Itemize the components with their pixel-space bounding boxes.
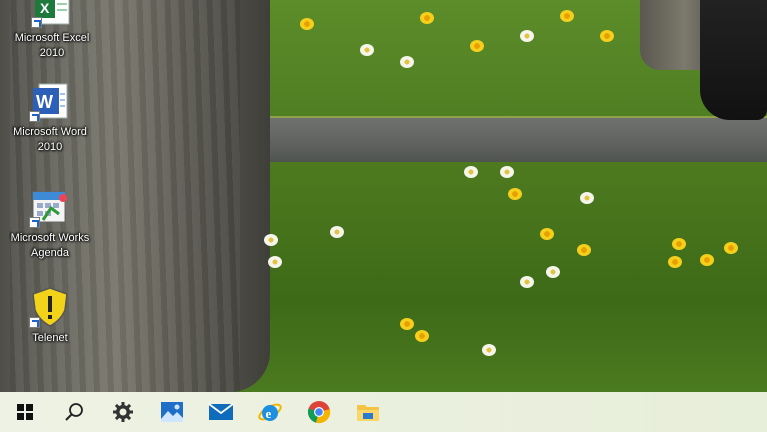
svg-text:e: e xyxy=(265,406,271,421)
wallpaper-flower xyxy=(580,192,594,204)
mail-button[interactable] xyxy=(196,392,245,432)
wallpaper-flower xyxy=(464,166,478,178)
taskbar: e xyxy=(0,392,767,432)
windows-start-icon xyxy=(16,404,33,420)
wallpaper-flower xyxy=(268,256,282,268)
telenet-shield-icon xyxy=(29,286,71,328)
wallpaper-grass-bottom xyxy=(230,162,767,392)
desktop-icon-label: Telenet xyxy=(32,332,68,344)
shortcut-arrow-icon xyxy=(29,317,40,328)
shortcut-arrow-icon xyxy=(31,17,42,28)
wallpaper-flower xyxy=(400,56,414,68)
wallpaper-flower xyxy=(360,44,374,56)
word-icon: W xyxy=(29,80,71,122)
shortcut-arrow-icon xyxy=(29,111,40,122)
file-explorer-button[interactable] xyxy=(343,392,392,432)
desktop-icon-excel[interactable]: X Microsoft Excel 2010 xyxy=(2,0,102,61)
desktop-wallpaper xyxy=(0,0,767,392)
wallpaper-flower xyxy=(482,344,496,356)
wallpaper-path xyxy=(230,116,767,166)
wallpaper-flower xyxy=(546,266,560,278)
chrome-button[interactable] xyxy=(294,392,343,432)
desktop-icon-works-agenda[interactable]: Microsoft Works Agenda xyxy=(0,186,100,261)
mail-icon xyxy=(207,403,234,420)
works-agenda-icon xyxy=(29,186,71,228)
svg-text:W: W xyxy=(36,92,53,112)
wallpaper-flower xyxy=(300,18,314,30)
chrome-icon xyxy=(307,401,330,424)
wallpaper-flower xyxy=(520,30,534,42)
svg-text:X: X xyxy=(40,0,50,16)
start-button[interactable] xyxy=(0,392,49,432)
desktop-icon-label: Microsoft Works Agenda xyxy=(10,232,90,259)
settings-button[interactable] xyxy=(98,392,147,432)
wallpaper-flower xyxy=(330,226,344,238)
desktop-icon-word[interactable]: W Microsoft Word 2010 xyxy=(0,80,100,155)
excel-icon: X xyxy=(31,0,73,28)
search-button[interactable] xyxy=(49,392,98,432)
photos-button[interactable] xyxy=(147,392,196,432)
shortcut-arrow-icon xyxy=(29,217,40,228)
wallpaper-flower xyxy=(264,234,278,246)
desktop-icon-label: Microsoft Excel 2010 xyxy=(14,32,90,59)
wallpaper-flower xyxy=(668,256,682,268)
wallpaper-flower xyxy=(470,40,484,52)
wallpaper-flower xyxy=(600,30,614,42)
wallpaper-flower xyxy=(415,330,429,342)
file-explorer-icon xyxy=(356,405,379,421)
settings-gear-icon xyxy=(112,402,133,422)
wallpaper-flower xyxy=(500,166,514,178)
wallpaper-flower xyxy=(724,242,738,254)
wallpaper-flower xyxy=(420,12,434,24)
wallpaper-flower xyxy=(540,228,554,240)
internet-explorer-icon: e xyxy=(257,403,282,421)
search-icon xyxy=(64,403,83,421)
photos-icon xyxy=(160,402,183,422)
wallpaper-flower xyxy=(672,238,686,250)
wallpaper-flower xyxy=(508,188,522,200)
wallpaper-flower xyxy=(700,254,714,266)
internet-explorer-button[interactable]: e xyxy=(245,392,294,432)
wallpaper-flower xyxy=(560,10,574,22)
desktop-icon-label: Microsoft Word 2010 xyxy=(13,126,87,153)
desktop-icon-telenet[interactable]: Telenet xyxy=(0,286,100,346)
wallpaper-flower xyxy=(577,244,591,256)
wallpaper-figure xyxy=(700,0,767,120)
wallpaper-flower xyxy=(400,318,414,330)
wallpaper-flower xyxy=(520,276,534,288)
